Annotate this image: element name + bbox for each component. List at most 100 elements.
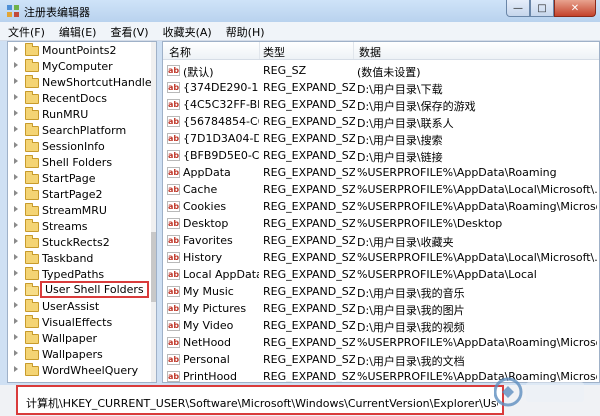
folder-icon: [25, 155, 39, 168]
expand-arrow-icon[interactable]: [14, 238, 18, 244]
expand-arrow-icon[interactable]: [14, 158, 18, 164]
key-tree-pane[interactable]: WordWheelQuery Wallpapers Wallpaper VisualE…: [7, 41, 157, 383]
value-row[interactable]: ab Desktop REG_EXPAND_SZ %USERPROFILE%\Desk…: [163, 215, 599, 232]
string-value-icon: ab: [167, 184, 180, 195]
status-path: 计算机\HKEY_CURRENT_USER\Software\Microsoft…: [26, 397, 498, 410]
value-name: History: [183, 251, 223, 264]
tree-item[interactable]: Shell Folders: [8, 155, 156, 171]
close-button[interactable]: ✕: [554, 0, 596, 17]
title-bar[interactable]: 注册表编辑器 — □ ✕: [0, 0, 600, 22]
value-row[interactable]: ab Local AppData REG_EXPAND_SZ %USERPROFILE…: [163, 266, 599, 283]
value-row[interactable]: ab Favorites REG_EXPAND_SZ D:\用户目录\收藏夹: [163, 232, 599, 249]
menu-item[interactable]: 收藏夹(A): [155, 22, 218, 40]
expand-arrow-icon[interactable]: [14, 174, 18, 180]
tree-item-label: User Shell Folders: [40, 281, 149, 298]
value-row[interactable]: ab Cookies REG_EXPAND_SZ %USERPROFILE%\AppD…: [163, 198, 599, 215]
menu-item[interactable]: 文件(F): [0, 22, 51, 40]
tree-item[interactable]: StartPage2: [8, 187, 156, 203]
tree-scrollbar[interactable]: [151, 42, 156, 382]
expand-arrow-icon[interactable]: [14, 126, 18, 132]
folder-icon: [25, 267, 39, 280]
value-row[interactable]: ab Cache REG_EXPAND_SZ %USERPROFILE%\AppDat…: [163, 181, 599, 198]
tree-item[interactable]: UserAssist: [8, 299, 156, 315]
tree-item[interactable]: RecentDocs: [8, 91, 156, 107]
column-divider[interactable]: [259, 42, 260, 59]
expand-arrow-icon[interactable]: [14, 366, 18, 372]
tree-item[interactable]: VisualEffects: [8, 315, 156, 331]
value-data: %USERPROFILE%\AppData\Roaming\Microso...: [357, 336, 597, 349]
string-value-icon: ab: [167, 133, 180, 144]
value-data: D:\用户目录\联系人: [357, 117, 454, 130]
string-value-icon: ab: [167, 116, 180, 127]
menu-item[interactable]: 帮助(H): [218, 22, 271, 40]
expand-arrow-icon[interactable]: [14, 46, 18, 52]
expand-arrow-icon[interactable]: [14, 318, 18, 324]
expand-arrow-icon[interactable]: [14, 78, 18, 84]
tree-item[interactable]: Taskband: [8, 251, 156, 267]
expand-arrow-icon[interactable]: [14, 222, 18, 228]
tree-item[interactable]: SearchPlatform: [8, 123, 156, 139]
value-type: REG_EXPAND_SZ: [263, 217, 355, 230]
expand-arrow-icon[interactable]: [14, 270, 18, 276]
expand-arrow-icon[interactable]: [14, 206, 18, 212]
tree-item-label: TypedPaths: [42, 268, 105, 281]
folder-icon: [25, 43, 39, 56]
tree-item[interactable]: StartPage: [8, 171, 156, 187]
value-row[interactable]: ab{7D1D3A04-DE... REG_EXPAND_SZD:\用户目录\搜索: [163, 130, 599, 147]
expand-arrow-icon[interactable]: [14, 254, 18, 260]
tree-item[interactable]: WordWheelQuery: [8, 363, 156, 379]
expand-arrow-icon[interactable]: [14, 94, 18, 100]
expand-arrow-icon[interactable]: [14, 110, 18, 116]
value-row[interactable]: ab{374DE290-12... REG_EXPAND_SZD:\用户目录\下载: [163, 79, 599, 96]
maximize-button[interactable]: □: [530, 0, 554, 17]
tree-item[interactable]: SessionInfo: [8, 139, 156, 155]
tree-item-label: StuckRects2: [42, 236, 110, 249]
tree-item[interactable]: RunMRU: [8, 107, 156, 123]
expand-arrow-icon[interactable]: [14, 142, 18, 148]
tree-item-label: RecentDocs: [42, 92, 107, 105]
value-row[interactable]: ab My Music REG_EXPAND_SZ D:\用户目录\我的音乐: [163, 283, 599, 300]
value-row[interactable]: ab Personal REG_EXPAND_SZ D:\用户目录\我的文档: [163, 351, 599, 368]
value-row[interactable]: ab History REG_EXPAND_SZ %USERPROFILE%\AppD…: [163, 249, 599, 266]
tree-item-label: UserAssist: [42, 300, 100, 313]
column-header-name[interactable]: 名称: [169, 44, 191, 60]
expand-arrow-icon[interactable]: [14, 350, 18, 356]
tree-item-selected[interactable]: User Shell Folders: [8, 281, 156, 299]
tree-item[interactable]: Wallpapers: [8, 347, 156, 363]
column-header-type[interactable]: 类型: [263, 44, 285, 60]
value-row[interactable]: ab My Video REG_EXPAND_SZ D:\用户目录\我的视频: [163, 317, 599, 334]
tree-item[interactable]: NewShortcutHandlers: [8, 75, 156, 91]
expand-arrow-icon[interactable]: [14, 334, 18, 340]
expand-arrow-icon[interactable]: [14, 190, 18, 196]
value-data: D:\用户目录\我的文档: [357, 355, 465, 368]
minimize-button[interactable]: —: [506, 0, 530, 17]
value-type: REG_EXPAND_SZ: [263, 234, 355, 247]
tree-item[interactable]: Wallpaper: [8, 331, 156, 347]
minimize-icon: —: [513, 2, 523, 14]
tree-item[interactable]: TypedPaths: [8, 267, 156, 283]
value-row[interactable]: ab{4C5C32FF-BB... REG_EXPAND_SZD:\用户目录\保存…: [163, 96, 599, 113]
menu-item[interactable]: 查看(V): [102, 22, 154, 40]
value-row[interactable]: ab NetHood REG_EXPAND_SZ %USERPROFILE%\AppD…: [163, 334, 599, 351]
tree-item[interactable]: StuckRects2: [8, 235, 156, 251]
menu-item[interactable]: 编辑(E): [51, 22, 103, 40]
tree-scrollbar-thumb[interactable]: [151, 232, 156, 302]
value-name: My Pictures: [183, 302, 247, 315]
tree-item[interactable]: Streams: [8, 219, 156, 235]
column-divider[interactable]: [353, 42, 354, 59]
tree-item[interactable]: StreamMRU: [8, 203, 156, 219]
regedit-app-icon: [7, 5, 19, 17]
value-row[interactable]: ab AppData REG_EXPAND_SZ %USERPROFILE%\AppD…: [163, 164, 599, 181]
expand-arrow-icon[interactable]: [14, 62, 18, 68]
tree-item[interactable]: MyComputer: [8, 59, 156, 75]
value-row[interactable]: ab My Pictures REG_EXPAND_SZ D:\用户目录\我的图片: [163, 300, 599, 317]
values-list-pane[interactable]: 名称 类型 数据 ab (默认) REG_SZ (数值未设置) ab {374DE290-…: [162, 41, 600, 383]
value-row[interactable]: ab{BFB9D5E0-C6... REG_EXPAND_SZD:\用户目录\链接: [163, 147, 599, 164]
folder-icon: [25, 363, 39, 376]
expand-arrow-icon[interactable]: [14, 286, 18, 292]
value-row[interactable]: ab{56784854-C6... REG_EXPAND_SZD:\用户目录\联系…: [163, 113, 599, 130]
tree-item[interactable]: MountPoints2: [8, 43, 156, 59]
column-header-data[interactable]: 数据: [359, 44, 381, 60]
expand-arrow-icon[interactable]: [14, 302, 18, 308]
value-row[interactable]: ab (默认) REG_SZ (数值未设置): [163, 62, 599, 79]
